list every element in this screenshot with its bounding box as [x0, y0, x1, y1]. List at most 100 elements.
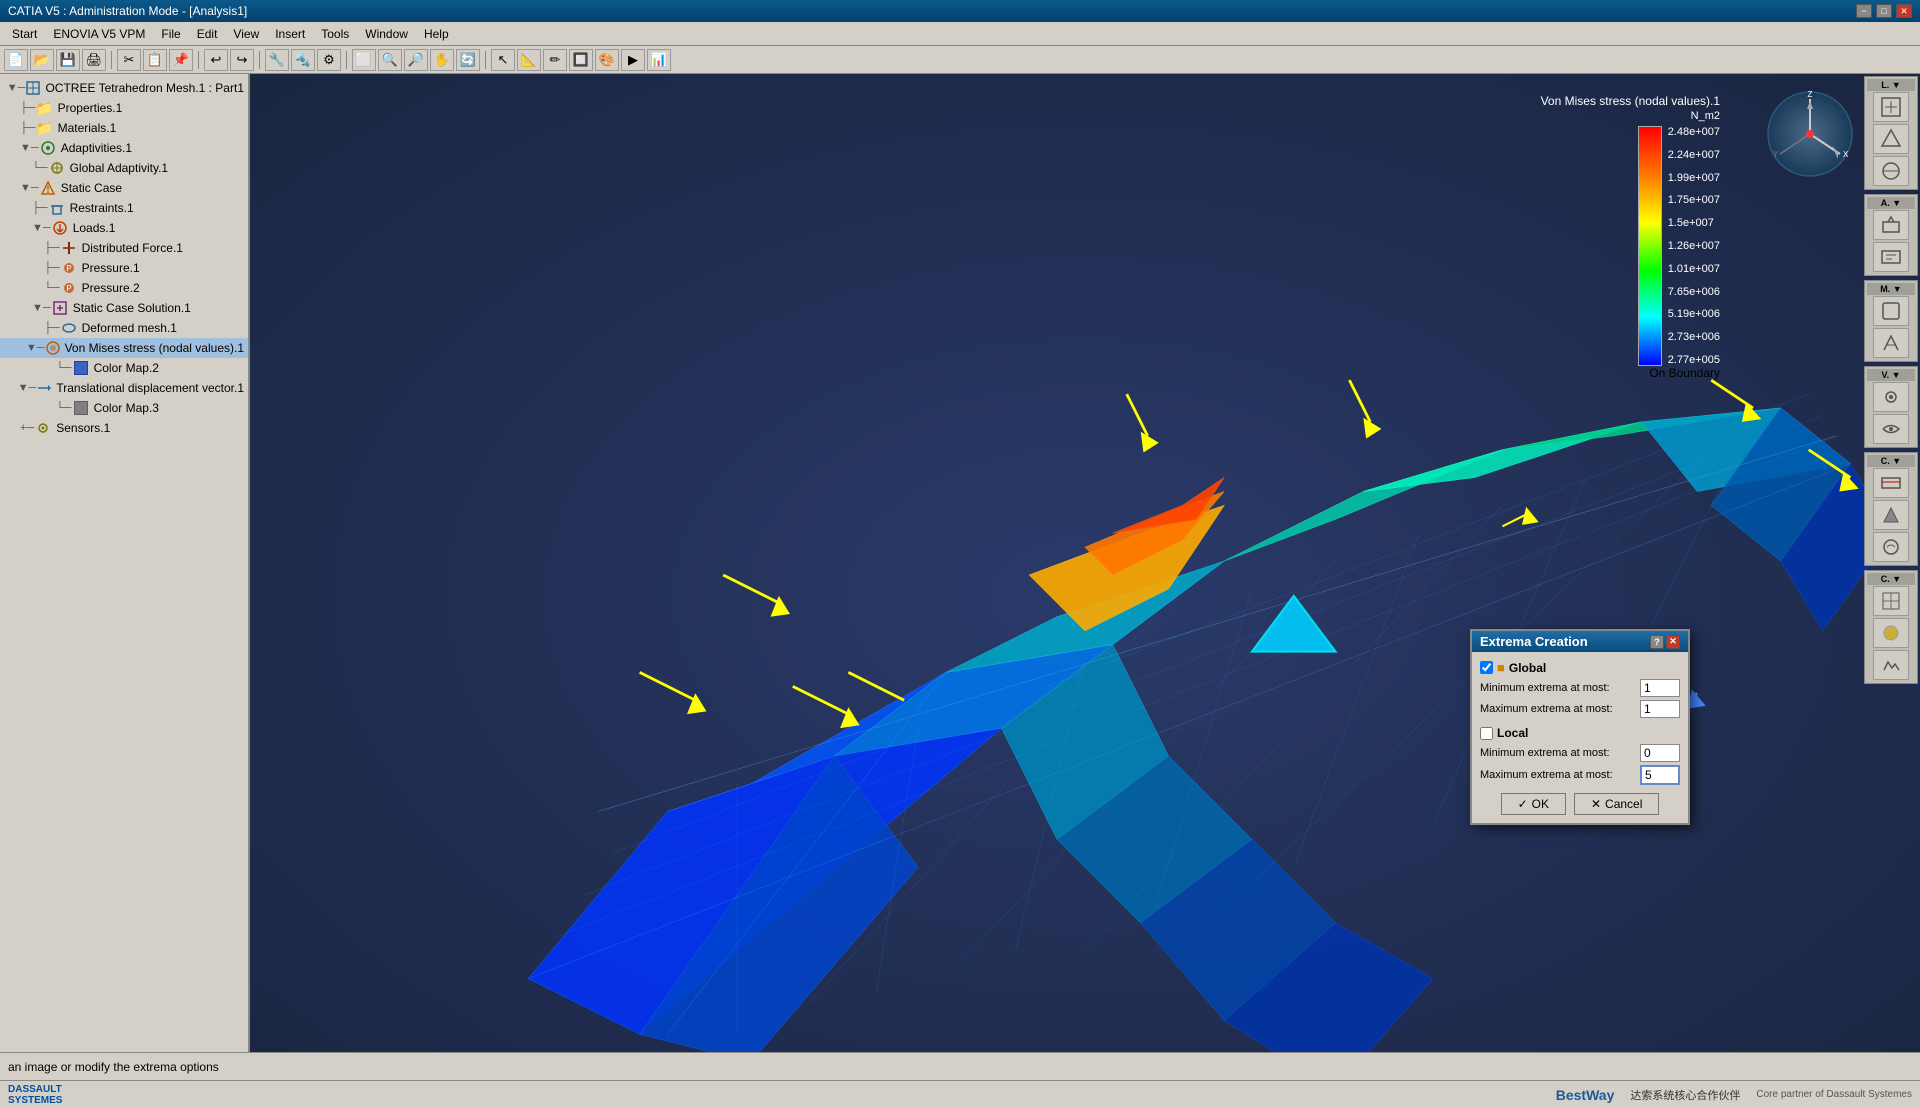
tree-item-distributed-force[interactable]: ├─ Distributed Force.1	[0, 238, 248, 258]
menu-insert[interactable]: Insert	[267, 25, 313, 43]
extrema-global-checkbox[interactable]	[1480, 661, 1493, 674]
svg-text:P: P	[66, 264, 71, 273]
tb-redo[interactable]: ↪	[230, 49, 254, 71]
main-toolbar: 📄 📂 💾 🖨 ✂ 📋 📌 ↩ ↪ 🔧 🔩 ⚙ ⬜ 🔍 🔎 ✋ 🔄 ↖ 📐 ✏ …	[0, 46, 1920, 74]
extrema-local-min-label: Minimum extrema at most:	[1480, 747, 1640, 759]
colorbar-val-6: 1.01e+007	[1668, 263, 1720, 275]
tb-zoom-in[interactable]: 🔍	[378, 49, 402, 71]
extrema-local-max-label: Maximum extrema at most:	[1480, 769, 1640, 781]
tb-rotate[interactable]: 🔄	[456, 49, 480, 71]
tb-V-btn2[interactable]	[1873, 414, 1909, 444]
tb-settings[interactable]: ⚙	[317, 49, 341, 71]
tree-item-deformed[interactable]: ├─ Deformed mesh.1	[0, 318, 248, 338]
tree-label-colormap2: Color Map.2	[94, 361, 159, 375]
tb-L-btn2[interactable]	[1873, 124, 1909, 154]
restraints-icon	[48, 199, 66, 217]
tb-A-btn1[interactable]	[1873, 210, 1909, 240]
tree-item-properties[interactable]: ├─ 📁 Properties.1	[0, 98, 248, 118]
tree-item-adaptivities[interactable]: ▼ ─ Adaptivities.1	[0, 138, 248, 158]
extrema-help-button[interactable]: ?	[1650, 635, 1664, 649]
menu-tools[interactable]: Tools	[313, 25, 357, 43]
tb-cut[interactable]: ✂	[117, 49, 141, 71]
colorbar-val-8: 5.19e+006	[1668, 308, 1720, 320]
tb-calc[interactable]: ▶	[621, 49, 645, 71]
tree-item-colormap3[interactable]: └─ Color Map.3	[0, 398, 248, 418]
tb-open[interactable]: 📂	[30, 49, 54, 71]
tb-L-btn1[interactable]	[1873, 92, 1909, 122]
tree-item-pressure2[interactable]: └─ P Pressure.2	[0, 278, 248, 298]
tb-A-btn2[interactable]	[1873, 242, 1909, 272]
tb-annotate[interactable]: ✏	[543, 49, 567, 71]
tree-item-colormap2[interactable]: └─ Color Map.2	[0, 358, 248, 378]
colorbar-gradient	[1638, 126, 1662, 366]
tb-group-C1: C. ▼	[1864, 452, 1918, 566]
tb-undo[interactable]: ↩	[204, 49, 228, 71]
maximize-button[interactable]: □	[1876, 4, 1892, 18]
tb-C1-btn3[interactable]	[1873, 532, 1909, 562]
tree-item-pressure1[interactable]: ├─ P Pressure.1	[0, 258, 248, 278]
viewport[interactable]: Z X Y Von Mises stress (nodal values).1 …	[250, 74, 1920, 1052]
cancel-x-icon: ✕	[1591, 797, 1601, 811]
tree-label-static-case: Static Case	[61, 181, 122, 195]
extrema-local-checkbox[interactable]	[1480, 727, 1493, 740]
tb-clipping[interactable]: 🔲	[569, 49, 593, 71]
tb-zoom-out[interactable]: 🔎	[404, 49, 428, 71]
tb-analysis[interactable]: 🔧	[265, 49, 289, 71]
menu-view[interactable]: View	[225, 25, 267, 43]
extrema-close-button[interactable]: ✕	[1666, 635, 1680, 649]
tree-label-octree: OCTREE Tetrahedron Mesh.1 : Part1	[45, 81, 244, 95]
menu-edit[interactable]: Edit	[189, 25, 226, 43]
colormap3-icon	[72, 399, 90, 417]
extrema-global-min-input[interactable]	[1640, 679, 1680, 697]
menu-window[interactable]: Window	[357, 25, 416, 43]
tree-item-vonmises[interactable]: ▼ ─ Von Mises stress (nodal values).1	[0, 338, 248, 358]
tb-L-btn3[interactable]	[1873, 156, 1909, 186]
menu-enovia[interactable]: ENOVIA V5 VPM	[45, 25, 153, 43]
extrema-dialog-buttons: ? ✕	[1650, 635, 1680, 649]
close-button[interactable]: ✕	[1896, 4, 1912, 18]
tb-M-btn1[interactable]	[1873, 296, 1909, 326]
tree-item-restraints[interactable]: ├─ Restraints.1	[0, 198, 248, 218]
tree-item-materials[interactable]: ├─ 📁 Materials.1	[0, 118, 248, 138]
tb-paste[interactable]: 📌	[169, 49, 193, 71]
tb-select[interactable]: ↖	[491, 49, 515, 71]
global-adaptivity-icon	[48, 159, 66, 177]
tb-C2-btn1[interactable]	[1873, 586, 1909, 616]
tb-C1-btn1[interactable]	[1873, 468, 1909, 498]
tb-C2-btn3[interactable]	[1873, 650, 1909, 680]
extrema-ok-button[interactable]: ✓ OK	[1501, 793, 1566, 815]
tree-item-static-solution[interactable]: ▼ ─ Static Case Solution.1	[0, 298, 248, 318]
tb-print[interactable]: 🖨	[82, 49, 106, 71]
tb-pan[interactable]: ✋	[430, 49, 454, 71]
menu-file[interactable]: File	[153, 25, 188, 43]
tb-copy[interactable]: 📋	[143, 49, 167, 71]
extrema-local-max-input[interactable]	[1640, 765, 1680, 785]
tb-V-btn1[interactable]	[1873, 382, 1909, 412]
tb-results[interactable]: 📊	[647, 49, 671, 71]
tb-C1-btn2[interactable]	[1873, 500, 1909, 530]
tb-new[interactable]: 📄	[4, 49, 28, 71]
tree-item-translational[interactable]: ▼ ─ Translational displacement vector.1	[0, 378, 248, 398]
tb-save[interactable]: 💾	[56, 49, 80, 71]
tb-measure[interactable]: 📐	[517, 49, 541, 71]
extrema-global-max-input[interactable]	[1640, 700, 1680, 718]
tb-render[interactable]: 🎨	[595, 49, 619, 71]
tree-item-loads[interactable]: ▼ ─ Loads.1	[0, 218, 248, 238]
minimize-button[interactable]: −	[1856, 4, 1872, 18]
tree-item-sensors[interactable]: + ─ Sensors.1	[0, 418, 248, 438]
dassault-logo: DASSAULT SYSTEMES	[8, 1084, 62, 1106]
tb-mesh[interactable]: 🔩	[291, 49, 315, 71]
tree-label-restraints: Restraints.1	[70, 201, 134, 215]
tree-item-global-adaptivity[interactable]: └─ Global Adaptivity.1	[0, 158, 248, 178]
tb-C2-btn2[interactable]	[1873, 618, 1909, 648]
extrema-local-min-input[interactable]	[1640, 744, 1680, 762]
tree-item-octree[interactable]: ▼ ─ OCTREE Tetrahedron Mesh.1 : Part1	[0, 78, 248, 98]
extrema-cancel-button[interactable]: ✕ Cancel	[1574, 793, 1659, 815]
menu-help[interactable]: Help	[416, 25, 457, 43]
sep5	[485, 51, 486, 69]
tb-M-btn2[interactable]	[1873, 328, 1909, 358]
tb-zoom-fit[interactable]: ⬜	[352, 49, 376, 71]
extrema-global-max-label: Maximum extrema at most:	[1480, 703, 1640, 715]
menu-start[interactable]: Start	[4, 25, 45, 43]
tree-item-static-case[interactable]: ▼ ─ Static Case	[0, 178, 248, 198]
